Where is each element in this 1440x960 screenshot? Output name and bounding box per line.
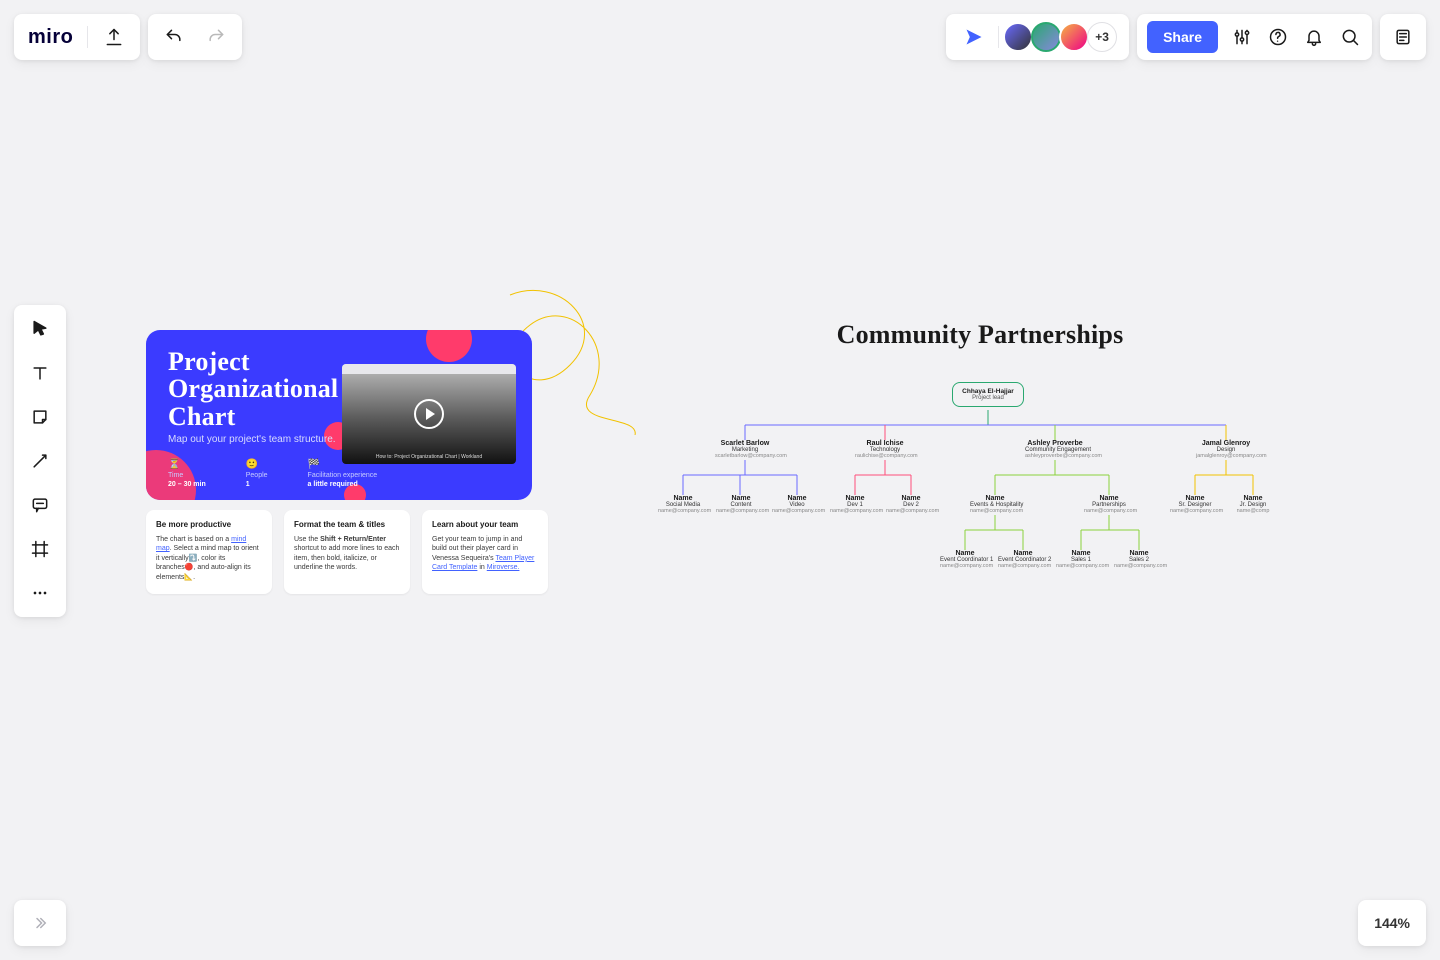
org-node[interactable]: Scarlet BarlowMarketingscarletbarlow@com… bbox=[715, 440, 775, 459]
org-node-lead[interactable]: Chhaya El-Hajjar Project lead bbox=[952, 382, 1024, 407]
tip-card[interactable]: Format the team & titles Use the Shift +… bbox=[284, 510, 410, 594]
org-node[interactable]: NameSales 2name@company.com bbox=[1114, 550, 1164, 569]
org-node[interactable]: NameSr. Designername@company.com bbox=[1170, 495, 1220, 514]
tip-body: The chart is based on a mind map. Select… bbox=[156, 535, 262, 582]
org-chart[interactable]: Community Partnerships bbox=[660, 320, 1300, 390]
tutorial-video[interactable]: How to: Project Organizational Chart | W… bbox=[342, 364, 516, 464]
org-node[interactable]: NameEvent Coordinator 2name@company.com bbox=[998, 550, 1048, 569]
org-node[interactable]: Raul IchiseTechnologyraulichise@company.… bbox=[855, 440, 915, 459]
org-node[interactable]: Ashley ProverbeCommunity Engagementashle… bbox=[1025, 440, 1085, 459]
decoration-circle bbox=[426, 330, 472, 362]
hero-card[interactable]: Project Organizational Chart Map out you… bbox=[146, 330, 532, 500]
tip-body: Use the Shift + Return/Enter shortcut to… bbox=[294, 535, 400, 573]
board-canvas[interactable]: Project Organizational Chart Map out you… bbox=[0, 0, 1440, 960]
org-node[interactable]: NameEvent Coordinator 1name@company.com bbox=[940, 550, 990, 569]
org-node[interactable]: NameEvents & Hospitalityname@company.com bbox=[970, 495, 1020, 514]
org-node[interactable]: NameJr. Designname@comp bbox=[1228, 495, 1278, 514]
tip-title: Learn about your team bbox=[432, 520, 538, 529]
play-icon bbox=[414, 399, 444, 429]
tip-title: Format the team & titles bbox=[294, 520, 400, 529]
org-node[interactable]: NameContentname@company.com bbox=[716, 495, 766, 514]
org-chart-title: Community Partnerships bbox=[660, 320, 1300, 350]
tip-card[interactable]: Learn about your team Get your team to j… bbox=[422, 510, 548, 594]
tip-card[interactable]: Be more productive The chart is based on… bbox=[146, 510, 272, 594]
tip-body: Get your team to jump in and build out t… bbox=[432, 535, 538, 573]
org-node[interactable]: Jamal GlenroyDesignjamalglenroy@company.… bbox=[1196, 440, 1256, 459]
hero-subtitle: Map out your project's team structure. bbox=[168, 434, 336, 445]
hero-title: Project Organizational Chart bbox=[168, 348, 338, 430]
org-node[interactable]: NameDev 2name@company.com bbox=[886, 495, 936, 514]
org-node[interactable]: NameSales 1name@company.com bbox=[1056, 550, 1106, 569]
link[interactable]: Miroverse. bbox=[487, 564, 520, 571]
org-node[interactable]: NameDev 1name@company.com bbox=[830, 495, 880, 514]
org-node[interactable]: NameVideoname@company.com bbox=[772, 495, 822, 514]
tip-title: Be more productive bbox=[156, 520, 262, 529]
video-caption: How to: Project Organizational Chart | W… bbox=[342, 454, 516, 460]
org-node[interactable]: NamePartnershipsname@company.com bbox=[1084, 495, 1134, 514]
tip-cards: Be more productive The chart is based on… bbox=[146, 510, 548, 594]
org-node[interactable]: NameSocial Medianame@company.com bbox=[658, 495, 708, 514]
